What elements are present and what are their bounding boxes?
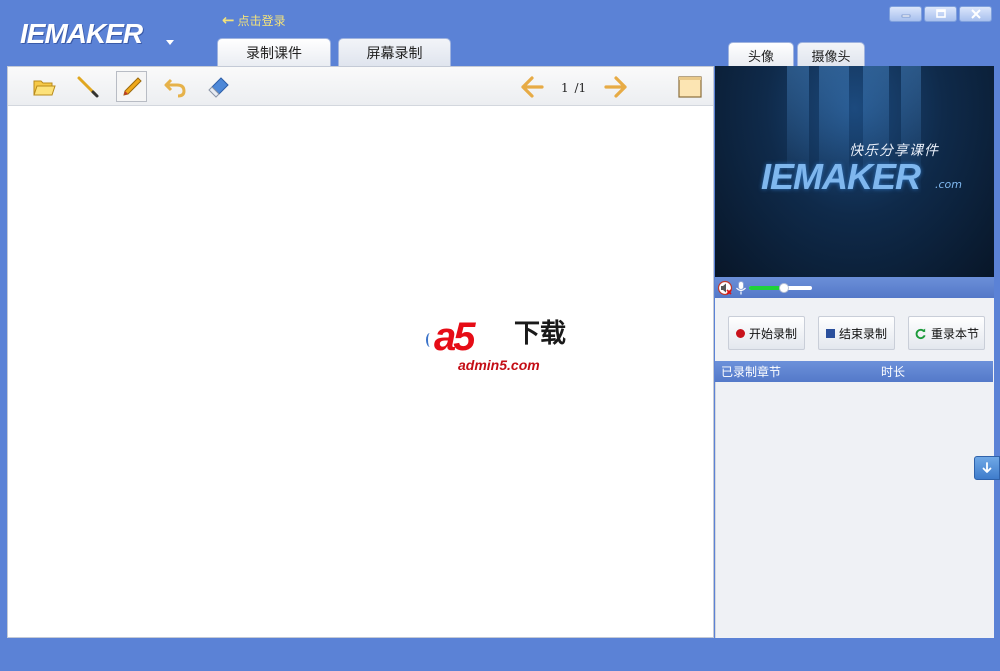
- side-panel: 快乐分享课件 IEMAKER .com 开始录制 结束录制 重录本节 已录制章节…: [715, 66, 994, 638]
- column-duration[interactable]: 时长: [881, 363, 905, 380]
- whiteboard-canvas[interactable]: a5 下载 admin5.com: [8, 107, 713, 637]
- close-icon: [970, 9, 981, 19]
- maximize-icon: [935, 9, 946, 18]
- undo-icon: [164, 78, 186, 97]
- stop-icon: [825, 328, 835, 338]
- arrow-left-icon: ←: [222, 11, 235, 29]
- folder-open-icon: [32, 80, 56, 95]
- watermark-url: admin5.com: [458, 357, 540, 373]
- app-window: IEMAKER ← 点击登录 录制课件 屏幕录制 头像 摄像头 1 /1 a5 …: [0, 0, 1000, 671]
- arrow-down-icon: [982, 462, 992, 473]
- next-page-button[interactable]: [600, 71, 631, 102]
- minimize-icon: [901, 14, 910, 18]
- minimize-button[interactable]: [889, 6, 922, 22]
- arrow-right-icon: [603, 75, 627, 98]
- start-record-label: 开始录制: [748, 326, 797, 341]
- pen-tool-button[interactable]: [72, 71, 103, 102]
- speaker-mute-icon[interactable]: [717, 280, 733, 296]
- watermark-arc: [426, 333, 434, 347]
- page-total: /1: [574, 81, 587, 95]
- stop-record-button[interactable]: 结束录制: [818, 316, 895, 350]
- arrow-left-icon: [520, 75, 544, 98]
- watermark-brand-cn: 下载: [514, 319, 567, 349]
- whiteboard-panel: 1 /1 a5 下载 admin5.com: [7, 66, 714, 638]
- chapter-list[interactable]: [715, 382, 993, 638]
- audio-controls: [715, 277, 994, 298]
- app-logo[interactable]: IEMAKER: [20, 18, 143, 50]
- logo-menu-caret-icon[interactable]: [166, 40, 174, 45]
- login-link[interactable]: ← 点击登录: [222, 12, 286, 29]
- record-icon: [735, 328, 745, 338]
- pencil-tool-button[interactable]: [116, 71, 147, 102]
- page-indicator: 1 /1: [560, 81, 587, 95]
- start-record-button[interactable]: 开始录制: [728, 316, 805, 350]
- tab-avatar[interactable]: 头像: [728, 42, 794, 67]
- camera-preview: 快乐分享课件 IEMAKER .com: [715, 66, 994, 277]
- recording-controls: 开始录制 结束录制 重录本节: [715, 298, 994, 360]
- page-view-button[interactable]: [674, 71, 705, 102]
- preview-logo: IEMAKER: [761, 156, 921, 197]
- watermark-logo: a5 下载 admin5.com: [426, 317, 596, 381]
- tab-screen-record[interactable]: 屏幕录制: [338, 38, 451, 67]
- drawing-toolbar: 1 /1: [8, 67, 713, 106]
- page-current: 1: [561, 81, 569, 95]
- tab-record-course[interactable]: 录制课件: [217, 38, 331, 67]
- eraser-tool-button[interactable]: [203, 71, 234, 102]
- rerecord-section-button[interactable]: 重录本节: [908, 316, 985, 350]
- microphone-icon[interactable]: [733, 280, 749, 296]
- chapter-list-header: 已录制章节 时长: [715, 361, 993, 382]
- tab-camera[interactable]: 摄像头: [797, 42, 865, 67]
- volume-knob[interactable]: [778, 283, 789, 293]
- login-link-label: 点击登录: [237, 14, 286, 28]
- refresh-icon: [915, 328, 926, 339]
- stop-record-label: 结束录制: [838, 326, 887, 341]
- prev-page-button[interactable]: [516, 71, 547, 102]
- preview-logo-suffix: .com: [935, 178, 962, 191]
- collapse-panel-button[interactable]: [974, 456, 1000, 480]
- close-button[interactable]: [959, 6, 992, 22]
- watermark-brand: a5: [434, 315, 475, 359]
- eraser-icon: [207, 76, 229, 98]
- window-controls: [889, 6, 992, 22]
- maximize-button[interactable]: [924, 6, 957, 22]
- column-chapter[interactable]: 已录制章节: [721, 363, 781, 380]
- pen-icon: [77, 76, 98, 97]
- status-bar: [0, 638, 1000, 671]
- pencil-icon: [122, 76, 142, 96]
- rerecord-label: 重录本节: [930, 326, 979, 341]
- open-file-button[interactable]: [28, 71, 59, 102]
- undo-button[interactable]: [159, 71, 190, 102]
- page-view-icon: [677, 75, 702, 98]
- volume-slider[interactable]: [749, 283, 812, 293]
